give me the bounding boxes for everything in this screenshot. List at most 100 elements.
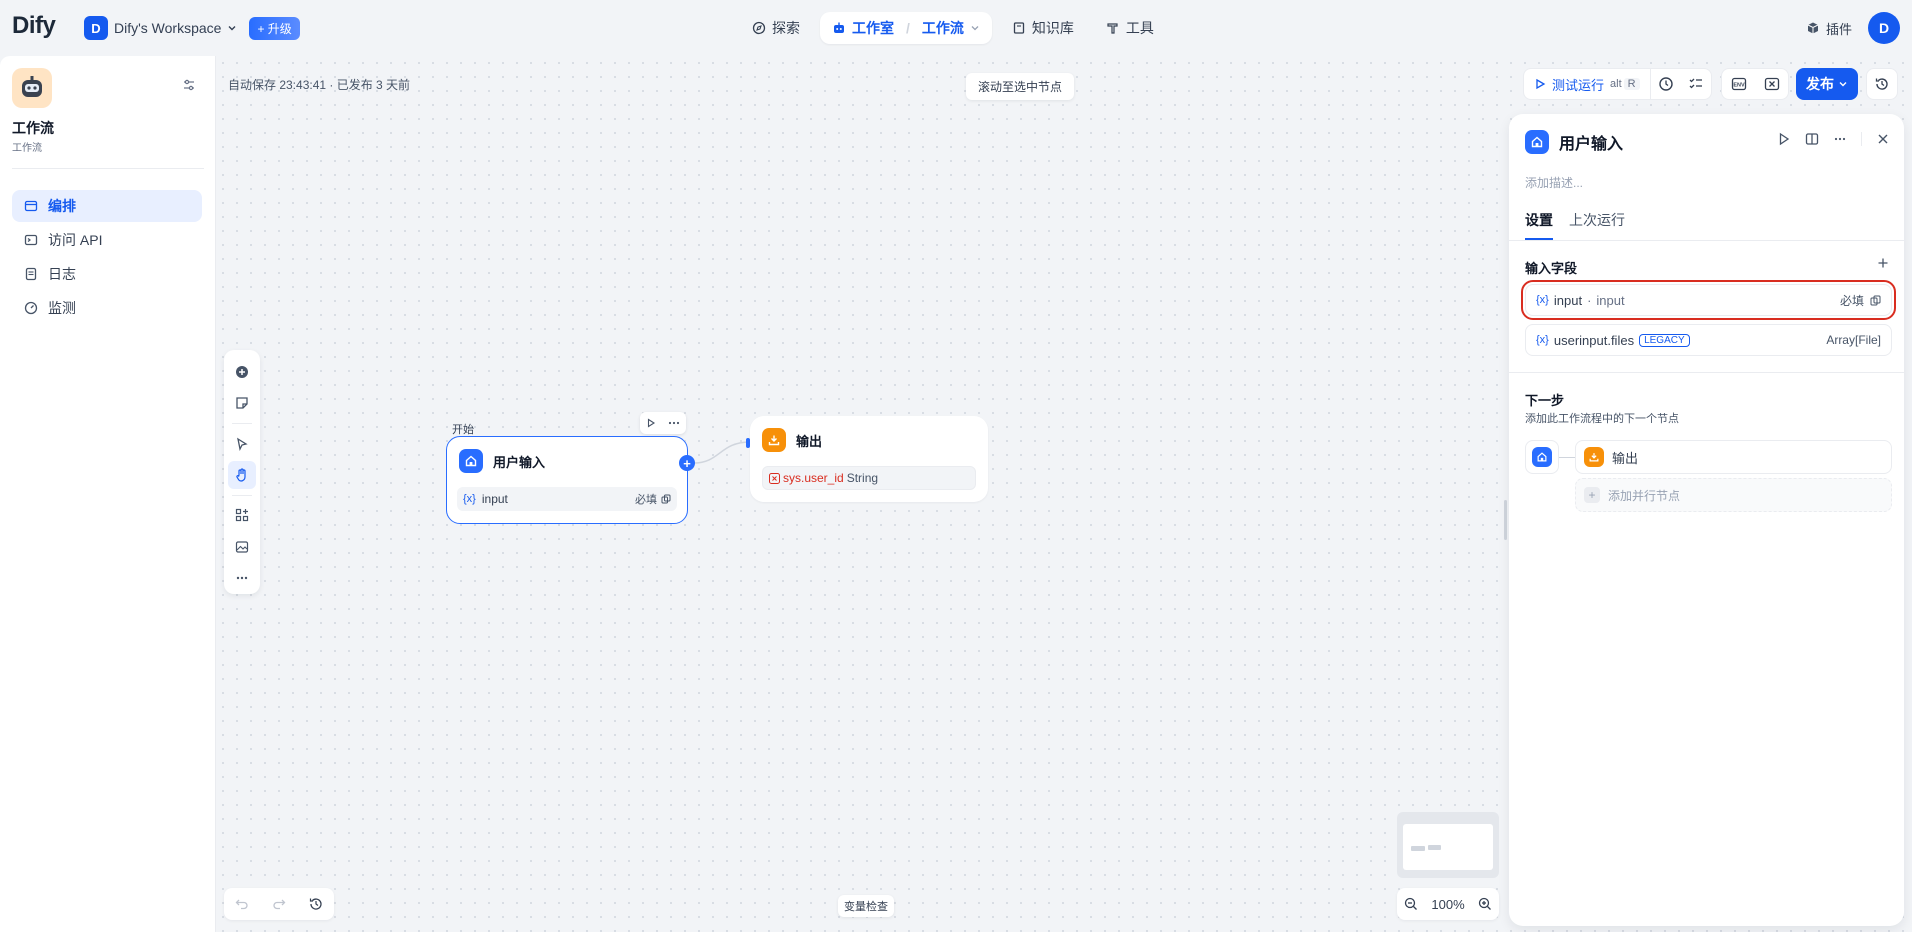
more-horizontal-icon (668, 421, 679, 425)
plugins-link[interactable]: 插件 (1806, 19, 1852, 38)
main-nav: 探索 工作室 / 工作流 知识库 工具 (740, 12, 1166, 44)
export-image-button[interactable] (228, 533, 256, 560)
section-divider (1509, 372, 1904, 373)
nav-explore[interactable]: 探索 (740, 12, 812, 44)
zoom-in-icon (1478, 897, 1491, 910)
hand-icon (236, 468, 246, 482)
checklist-button[interactable] (1681, 69, 1711, 99)
app-avatar (12, 68, 52, 108)
pointer-mode-button[interactable] (228, 430, 256, 457)
panel-more-button[interactable] (1833, 132, 1847, 146)
add-next-node-handle[interactable]: + (679, 455, 695, 471)
panel-resize-handle[interactable] (1504, 500, 1507, 540)
hand-mode-button[interactable] (228, 461, 256, 489)
upgrade-button[interactable]: + 升级 (249, 16, 300, 40)
output-node[interactable]: 输出 sys.user_id String (750, 416, 988, 502)
clock-check-icon (1658, 77, 1673, 91)
nav-studio[interactable]: 工作室 / 工作流 (820, 12, 992, 44)
tabs-divider (1509, 240, 1904, 241)
sidebar-divider (12, 168, 204, 169)
output-icon (762, 428, 786, 452)
node-more-button[interactable] (667, 418, 681, 428)
env-button[interactable]: ENV (1724, 69, 1754, 99)
dify-logo[interactable]: Dify (12, 12, 56, 40)
input-field-userinput-files[interactable]: {x} userinput.files LEGACY Array[File] (1525, 324, 1892, 356)
zoom-out-icon (1404, 897, 1418, 910)
layout-icon (24, 200, 38, 212)
sidebar-settings-toggle[interactable] (182, 78, 196, 95)
toolbar-divider (1861, 132, 1862, 146)
more-horizontal-icon (1834, 137, 1846, 141)
checklist-icon (1689, 78, 1702, 89)
input-field-input[interactable]: {x} input · input 必填 (1521, 280, 1896, 320)
copy-icon (1870, 295, 1881, 305)
add-note-button[interactable] (228, 389, 256, 416)
add-node-button[interactable] (228, 358, 256, 385)
zoom-in-button[interactable] (1477, 896, 1493, 912)
add-input-field-button[interactable] (1876, 256, 1890, 273)
variable-icon: {x} (1536, 294, 1549, 306)
checklist-status-button[interactable] (1651, 69, 1681, 99)
nav-workflow-label[interactable]: 工作流 (922, 18, 964, 38)
sidebar-item-logs[interactable]: 日志 (12, 258, 202, 290)
split-view-button[interactable] (1805, 132, 1819, 146)
tab-last-run[interactable]: 上次运行 (1569, 210, 1625, 240)
redo-button[interactable] (271, 896, 287, 912)
workspace-switcher[interactable]: D Dify's Workspace + 升级 (84, 16, 300, 40)
test-run-button[interactable]: 测试运行 alt R (1524, 69, 1651, 99)
run-step-button[interactable] (1777, 132, 1791, 146)
start-node-label: 开始 (452, 424, 474, 436)
minimap[interactable] (1397, 812, 1499, 878)
nav-tools[interactable]: 工具 (1094, 12, 1166, 44)
start-node-variable: {x} input 必填 (457, 487, 677, 511)
user-avatar[interactable]: D (1868, 12, 1900, 44)
sidebar-item-orchestrate[interactable]: 编排 (12, 190, 202, 222)
more-options-button[interactable] (228, 565, 256, 592)
svg-text:ENV: ENV (1733, 83, 1745, 89)
description-input[interactable]: 添加描述... (1525, 174, 1583, 191)
more-horizontal-icon (236, 577, 248, 580)
version-history-button[interactable] (1866, 68, 1898, 100)
book-icon (1012, 21, 1026, 35)
publish-button[interactable]: 发布 (1796, 68, 1858, 100)
output-node-header: 输出 (762, 428, 822, 452)
run-node-button[interactable] (646, 418, 656, 428)
close-panel-button[interactable] (1876, 132, 1890, 146)
node-actions (640, 412, 686, 434)
minimap-node (1428, 845, 1441, 850)
next-node-output[interactable]: 输出 (1575, 440, 1892, 474)
sidebar-item-monitor[interactable]: 监测 (12, 292, 202, 324)
variable-icon: {x} (1536, 334, 1549, 346)
field-type: Array[File] (1826, 333, 1881, 347)
compass-icon (752, 21, 766, 35)
field-variable-name: input (1553, 292, 1583, 308)
zoom-level[interactable]: 100% (1431, 897, 1464, 912)
panel-title[interactable]: 用户输入 (1559, 130, 1623, 154)
conversation-variable-button[interactable] (1757, 69, 1787, 99)
history-icon (309, 898, 322, 910)
nav-knowledge[interactable]: 知识库 (1000, 12, 1086, 44)
history-icon (1875, 78, 1888, 90)
variable-inspect-button[interactable]: 变量检查 (838, 895, 894, 917)
undo-button[interactable] (234, 896, 250, 912)
variable-icon: {x} (463, 493, 476, 505)
workspace-avatar: D (84, 16, 108, 40)
chevron-down-icon (970, 23, 980, 33)
start-node[interactable]: 用户输入 {x} input 必填 (446, 436, 688, 524)
test-run-label: 测试运行 (1552, 77, 1605, 93)
tab-settings[interactable]: 设置 (1525, 210, 1553, 240)
edge-start-to-output (693, 441, 751, 464)
chevron-down-icon (1839, 82, 1847, 87)
app-sidebar: 工作流 工作流 编排 访问 API 日志 监测 (0, 56, 216, 932)
history-button[interactable] (308, 896, 324, 912)
add-parallel-label: 添加并行节点 (1608, 488, 1681, 503)
organize-blocks-button[interactable] (228, 502, 256, 529)
robot-icon (832, 21, 846, 35)
zoom-out-button[interactable] (1403, 896, 1419, 912)
plus-icon: + (1584, 487, 1600, 503)
sticky-note-icon (236, 397, 248, 409)
sidebar-item-api[interactable]: 访问 API (12, 224, 202, 256)
scroll-to-selected-button[interactable]: 滚动至选中节点 (966, 73, 1075, 100)
add-parallel-node-button[interactable]: + 添加并行节点 (1575, 478, 1892, 512)
publish-label: 发布 (1806, 76, 1834, 92)
